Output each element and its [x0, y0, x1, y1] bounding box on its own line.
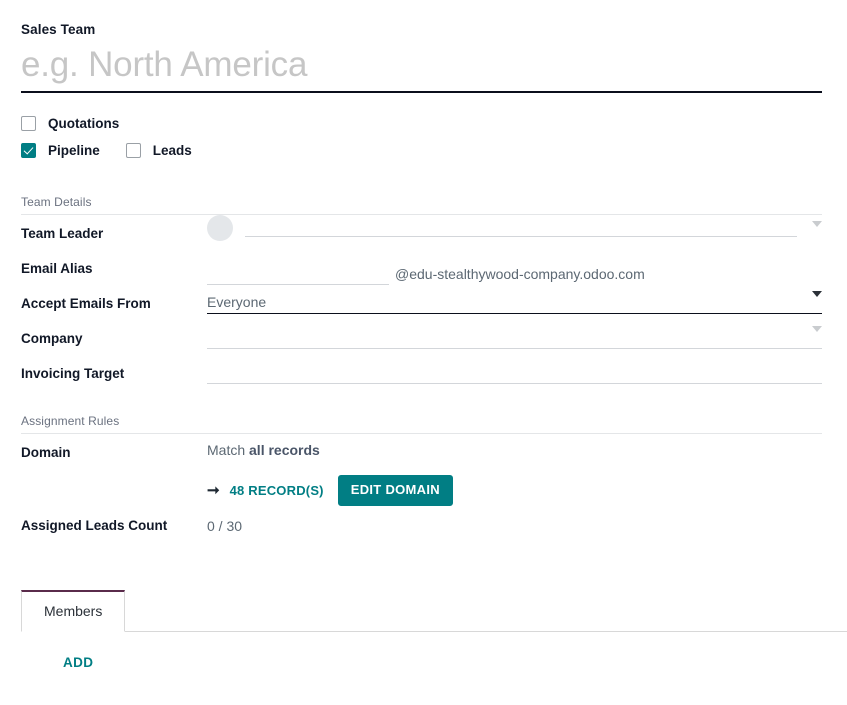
- accept-emails-from-select[interactable]: Everyone: [207, 292, 822, 314]
- leads-checkbox[interactable]: [126, 143, 141, 158]
- assignment-rules-section-title: Assignment Rules: [21, 414, 822, 434]
- company-label: Company: [21, 320, 207, 349]
- sales-team-form-sheet: Sales Team Quotations Pipeline Leads Tea…: [0, 0, 847, 705]
- pipeline-checkbox[interactable]: [21, 143, 36, 158]
- chevron-down-icon[interactable]: [812, 291, 822, 297]
- team-leader-row: Team Leader: [21, 215, 822, 250]
- company-value: [207, 320, 822, 349]
- quotations-option-row: Quotations: [21, 110, 847, 137]
- domain-match-text: Match all records: [207, 440, 822, 460]
- assigned-leads-count-value: 0 / 30: [207, 514, 822, 536]
- domain-match-prefix: Match: [207, 442, 245, 458]
- email-alias-label: Email Alias: [21, 250, 207, 279]
- team-name-input[interactable]: [21, 42, 822, 91]
- pipeline-label[interactable]: Pipeline: [48, 143, 100, 158]
- leads-label[interactable]: Leads: [153, 143, 192, 158]
- assigned-leads-count-row: Assigned Leads Count 0 / 30: [21, 514, 822, 549]
- arrow-right-icon: ➞: [207, 483, 220, 498]
- invoicing-target-input[interactable]: [207, 362, 822, 382]
- team-leader-value: [207, 215, 822, 237]
- accept-emails-from-selected-value[interactable]: Everyone: [207, 292, 822, 314]
- records-count-link[interactable]: 48 RECORD(S): [230, 483, 324, 498]
- assigned-leads-count-label: Assigned Leads Count: [21, 514, 207, 536]
- domain-label: Domain: [21, 434, 207, 463]
- team-details-section-header: Team Details: [21, 195, 822, 215]
- team-details-section-title: Team Details: [21, 195, 822, 215]
- domain-actions: ➞ 48 RECORD(S) EDIT DOMAIN: [207, 475, 822, 506]
- email-alias-input[interactable]: [207, 260, 389, 276]
- avatar: [207, 215, 233, 241]
- notebook-tabs: Members: [21, 589, 847, 632]
- company-row: Company: [21, 320, 822, 355]
- team-leader-input[interactable]: [245, 229, 797, 237]
- email-alias-value: @edu-stealthywood-company.odoo.com: [207, 250, 822, 285]
- domain-match-target: all records: [249, 442, 320, 458]
- email-alias-domain-suffix: @edu-stealthywood-company.odoo.com: [389, 266, 645, 285]
- assignment-rules-section-header: Assignment Rules: [21, 414, 822, 434]
- domain-row: Domain Match all records ➞ 48 RECORD(S) …: [21, 434, 822, 506]
- page-title-label: Sales Team: [21, 22, 822, 38]
- tab-members[interactable]: Members: [21, 590, 125, 632]
- invoicing-target-label: Invoicing Target: [21, 355, 207, 384]
- add-member-link[interactable]: ADD: [63, 655, 93, 670]
- chevron-down-icon[interactable]: [812, 221, 822, 227]
- title-block: Sales Team: [0, 0, 847, 93]
- members-tab-pane: ADD: [21, 632, 847, 672]
- assignment-rules-fields: Domain Match all records ➞ 48 RECORD(S) …: [21, 434, 822, 549]
- assigned-leads-count-text: 0 / 30: [207, 516, 822, 536]
- invoicing-target-row: Invoicing Target: [21, 355, 822, 390]
- notebook: Members ADD: [0, 589, 847, 672]
- edit-domain-button[interactable]: EDIT DOMAIN: [338, 475, 453, 506]
- email-alias-wrapper: @edu-stealthywood-company.odoo.com: [207, 250, 822, 285]
- pipeline-leads-option-row: Pipeline Leads: [21, 137, 847, 164]
- accept-emails-from-value: Everyone: [207, 285, 822, 314]
- accept-emails-from-label: Accept Emails From: [21, 285, 207, 314]
- team-details-fields: Team Leader Email Alias @edu-stealthywoo…: [21, 215, 822, 390]
- domain-value: Match all records ➞ 48 RECORD(S) EDIT DO…: [207, 434, 822, 506]
- company-input-wrapper: [207, 327, 822, 349]
- email-alias-row: Email Alias @edu-stealthywood-company.od…: [21, 250, 822, 285]
- team-leader-label: Team Leader: [21, 215, 207, 244]
- chevron-down-icon[interactable]: [812, 326, 822, 332]
- company-input[interactable]: [207, 327, 822, 347]
- team-options-group: Quotations Pipeline Leads: [0, 93, 847, 164]
- invoicing-target-input-wrapper: [207, 362, 822, 384]
- accept-emails-from-row: Accept Emails From Everyone: [21, 285, 822, 320]
- email-alias-input-wrapper: [207, 260, 389, 285]
- invoicing-target-value: [207, 355, 822, 384]
- team-name-field-wrapper: [21, 42, 822, 93]
- quotations-label[interactable]: Quotations: [48, 116, 119, 131]
- quotations-checkbox[interactable]: [21, 116, 36, 131]
